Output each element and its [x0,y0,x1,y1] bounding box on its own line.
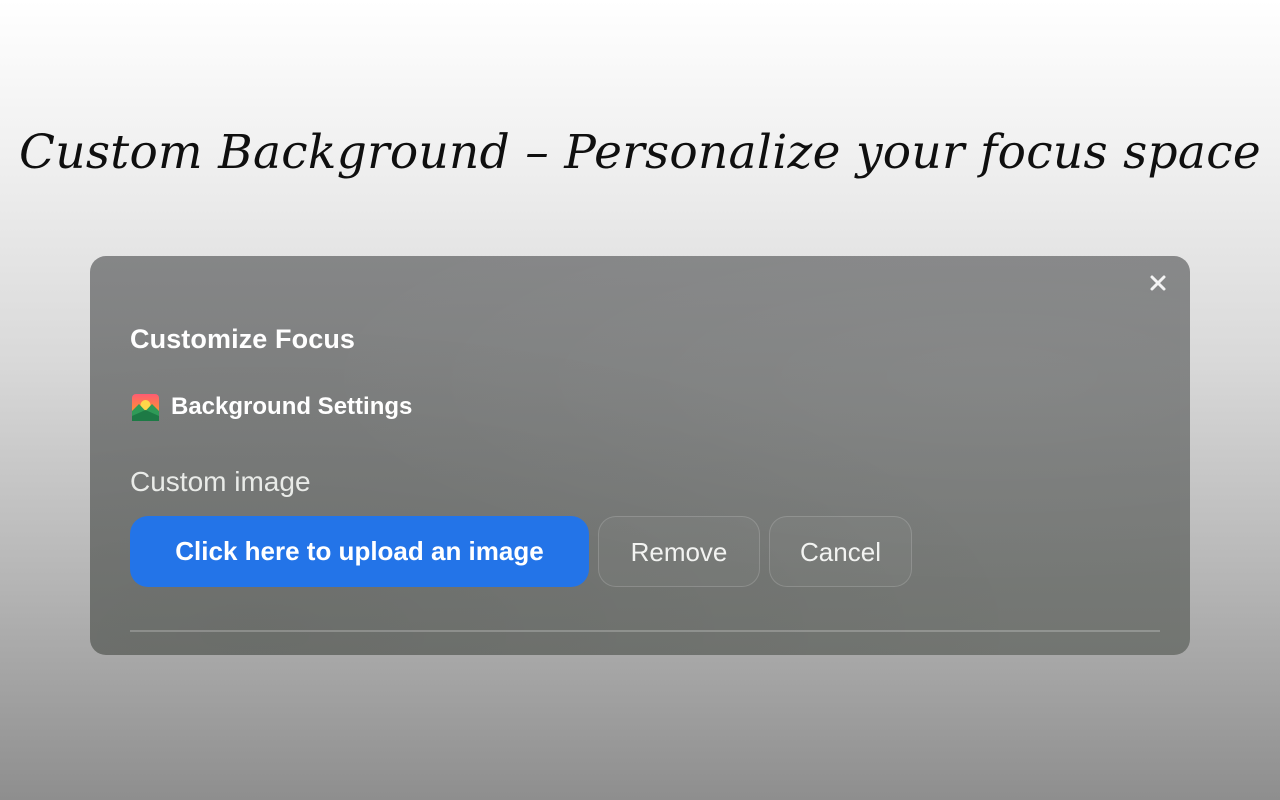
remove-button[interactable]: Remove [598,516,760,587]
cancel-button[interactable]: Cancel [769,516,912,587]
dialog-title: Customize Focus [130,324,356,354]
image-action-buttons: Click here to upload an image Remove Can… [130,516,912,587]
upload-image-button[interactable]: Click here to upload an image [130,516,589,587]
close-button[interactable] [1146,271,1170,295]
customize-focus-dialog: Customize Focus Background Settings Cust… [90,256,1190,655]
section-title: Background Settings [171,393,413,420]
marketing-headline: Custom Background – Personalize your foc… [19,125,1261,180]
landscape-image-icon [132,393,159,421]
background-settings-header: Background Settings [132,392,412,422]
divider [130,630,1160,632]
close-icon [1150,275,1166,291]
custom-image-label: Custom image [130,466,311,497]
